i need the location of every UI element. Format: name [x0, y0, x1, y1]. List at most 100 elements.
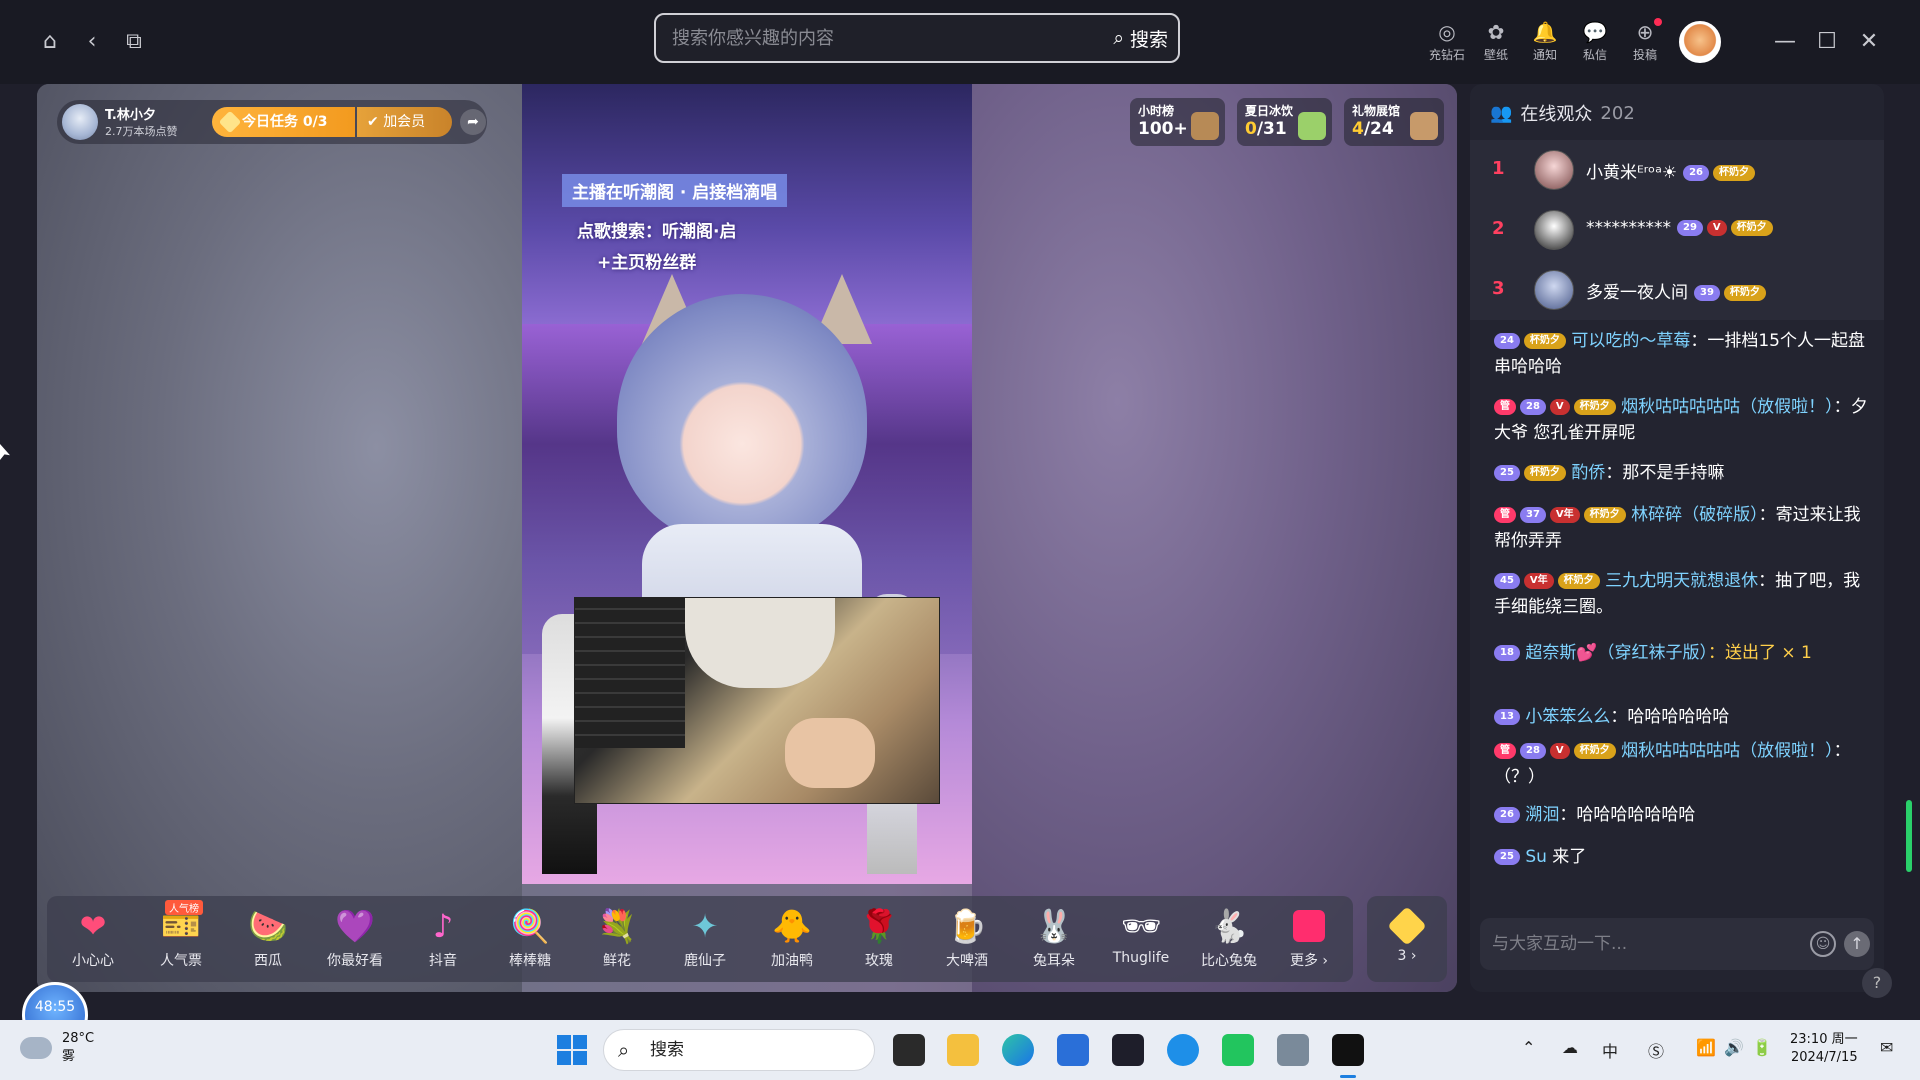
gift-item[interactable]: ✦ 鹿仙子 [665, 906, 745, 970]
chat-message[interactable]: 25 Su 来了 [1494, 844, 1870, 870]
chat-message[interactable]: 管 37 V年 杯奶夕 林碎碎（破碎版）：寄过来让我帮你弄弄 [1494, 502, 1870, 554]
s-app-icon[interactable]: Ⓢ [1648, 1038, 1664, 1062]
minimize-icon[interactable]: — [1770, 28, 1800, 56]
battery-icon[interactable]: 🔋 [1752, 1038, 1772, 1057]
gift-item[interactable]: 💜 你最好看 [315, 906, 395, 970]
level-badge: 28 [1520, 399, 1546, 415]
chat-username[interactable]: 小笨笨么么 [1525, 707, 1610, 727]
heart-badge-icon: 💜 [335, 907, 375, 945]
chat-message[interactable]: 管 28 V 杯奶夕 烟秋咕咕咕咕咕（放假啦！）：（？） [1494, 738, 1870, 790]
gift-item[interactable]: 🌹 玫瑰 [839, 906, 919, 970]
home-icon[interactable]: ⌂ [36, 28, 64, 56]
messages-button[interactable]: 💬 私信 [1570, 18, 1620, 63]
start-button[interactable] [557, 1035, 587, 1065]
chat-username[interactable]: 超奈斯💕（穿红袜子版） [1525, 643, 1708, 663]
gift-item[interactable]: ♪ 抖音 [403, 906, 483, 970]
chat-message[interactable]: 24 杯奶夕 可以吃的～草莓：一排档15个人一起盘串哈哈哈 [1494, 328, 1870, 380]
recharge-button[interactable]: ◎ 充钻石 [1422, 18, 1472, 63]
join-member-button[interactable]: ✔ 加会员 [357, 107, 452, 137]
search-button[interactable]: ⌕ 搜索 [1113, 25, 1168, 51]
chat-message[interactable]: 25 杯奶夕 酌侨：那不是手持嘛 [1494, 460, 1870, 486]
streamer-name[interactable]: T.林小夕 [105, 104, 156, 123]
chat-message[interactable]: 26 溯洄：哈哈哈哈哈哈哈 [1494, 802, 1870, 828]
chevron-up-icon[interactable]: ⌃ [1522, 1038, 1535, 1057]
share-icon[interactable]: ➦ [460, 109, 486, 135]
chat-username[interactable]: Su [1525, 847, 1547, 867]
help-icon[interactable]: ? [1862, 968, 1892, 998]
viewer-row[interactable]: 1 小黄米ᴱʳᵒᵃ☀ 26 杯奶夕 [1470, 140, 1884, 200]
wifi-icon[interactable]: 📶 [1696, 1038, 1716, 1057]
chat-scrollbar[interactable] [1906, 800, 1912, 872]
gift-item[interactable]: 🕶 Thuglife [1101, 906, 1181, 966]
close-icon[interactable]: ✕ [1854, 28, 1884, 56]
edge-icon[interactable] [1002, 1034, 1034, 1066]
user-avatar[interactable] [1679, 21, 1721, 63]
game-icon[interactable] [1277, 1034, 1309, 1066]
gift-name: 你最好看 [327, 953, 383, 969]
ime-icon[interactable]: 中 [1602, 1038, 1618, 1062]
viewer-row[interactable]: 3 多爱一夜人间 39 杯奶夕 [1470, 260, 1884, 320]
gift-item[interactable]: 🍭 棒棒糖 [490, 906, 570, 970]
store-icon[interactable] [1057, 1034, 1089, 1066]
diamond-wallet[interactable]: 3 › [1367, 896, 1447, 982]
chat-message[interactable]: 管 28 V 杯奶夕 烟秋咕咕咕咕咕（放假啦！）：夕大爷 您孔雀开屏呢 [1494, 394, 1870, 446]
gift-item[interactable]: 🐥 加油鸭 [752, 906, 832, 970]
gift-item[interactable]: 🍉 西瓜 [228, 906, 308, 970]
audience-header[interactable]: 👥 在线观众 202 [1490, 100, 1635, 126]
hourly-rank-card[interactable]: 小时榜 100+ [1130, 98, 1225, 146]
fan-badge: 杯奶夕 [1583, 507, 1626, 523]
gift-item[interactable]: 🍺 大啤酒 [927, 906, 1007, 970]
viewer-name-line: 多爱一夜人间 39 杯奶夕 [1586, 278, 1766, 303]
chat-input[interactable] [1492, 931, 1792, 957]
chat-username[interactable]: 可以吃的～草莓 [1571, 331, 1690, 351]
notification-center-icon[interactable]: ✉ [1880, 1038, 1893, 1057]
clock[interactable]: 23:10 周一 2024/7/15 [1790, 1031, 1858, 1067]
more-gifts-button[interactable]: 更多 › [1269, 906, 1349, 970]
task-view-icon[interactable] [893, 1034, 925, 1066]
upload-button[interactable]: ⊕ 投稿 [1620, 18, 1670, 63]
summer-drink-card[interactable]: 夏日冰饮 0/31 [1237, 98, 1332, 146]
open-window-icon[interactable]: ⧉ [120, 28, 148, 56]
gift-item[interactable]: 💐 鲜花 [577, 906, 657, 970]
cloud-icon[interactable]: ☁ [1562, 1038, 1578, 1057]
back-icon[interactable]: ‹ [78, 28, 106, 56]
gift-item[interactable]: 人气榜 🎫 人气票 [141, 900, 221, 970]
gift-gallery-card[interactable]: 礼物展馆 4/24 [1344, 98, 1444, 146]
emoji-icon[interactable]: ☺ [1810, 931, 1836, 957]
gift-item[interactable]: ❤ 小心心 [53, 906, 133, 970]
volume-icon[interactable]: 🔊 [1724, 1038, 1744, 1057]
top-bar: ⌂ ‹ ⧉ ⌕ 搜索 ◎ 充钻石 ✿ 壁纸 🔔 通知 💬 私信 ⊕ 投稿 — ☐… [0, 0, 1920, 84]
douyin-icon[interactable] [1332, 1034, 1364, 1066]
notification-button[interactable]: 🔔 通知 [1520, 18, 1570, 63]
level-badge: 13 [1494, 709, 1520, 725]
wechat-icon[interactable] [1222, 1034, 1254, 1066]
chat-username[interactable]: 烟秋咕咕咕咕咕（放假啦！） [1621, 741, 1834, 761]
chat-username[interactable]: 林碎碎（破碎版） [1631, 505, 1759, 525]
search-input[interactable] [672, 25, 1072, 51]
weather-widget[interactable]: 28°C 雾 [20, 1030, 94, 1066]
live-player[interactable]: T.林小夕 2.7万本场点赞 今日任务 0/3 ✔ 加会员 ➦ 主播在听潮阁 ·… [37, 84, 1457, 992]
chat-username[interactable]: 酌侨 [1571, 463, 1605, 483]
browser-icon[interactable] [1167, 1034, 1199, 1066]
live-video[interactable]: 主播在听潮阁 · 启接档滴唱 点歌搜索：听潮阁·启 +主页粉丝群 [522, 84, 972, 884]
chat-message[interactable]: 13 小笨笨么么：哈哈哈哈哈哈 [1494, 704, 1870, 730]
daily-task-button[interactable]: 今日任务 0/3 [212, 107, 355, 137]
upload-label: 投稿 [1632, 48, 1657, 62]
chat-message[interactable]: 18 超奈斯💕（穿红袜子版）：送出了 × 1 [1494, 640, 1870, 666]
app-icon[interactable] [1112, 1034, 1144, 1066]
bell-icon: 🔔 [1532, 20, 1558, 44]
wallpaper-button[interactable]: ✿ 壁纸 [1471, 18, 1521, 63]
send-icon[interactable]: ↑ [1844, 931, 1870, 957]
video-caption-song: 点歌搜索：听潮阁·启 [577, 222, 737, 242]
chat-username[interactable]: 烟秋咕咕咕咕咕（放假啦！） [1621, 397, 1834, 417]
file-explorer-icon[interactable] [947, 1034, 979, 1066]
chat-username[interactable]: 溯洄 [1525, 805, 1559, 825]
streamer-avatar[interactable] [62, 104, 98, 140]
gift-item[interactable]: 🐰 兔耳朵 [1014, 906, 1094, 970]
viewer-row[interactable]: 2 ********** 29 V 杯奶夕 [1470, 200, 1884, 260]
taskbar-search[interactable]: ⌕ 搜索 [603, 1029, 875, 1071]
chat-username[interactable]: 三九冘明天就想退休 [1605, 571, 1758, 591]
maximize-icon[interactable]: ☐ [1812, 28, 1842, 56]
gift-item[interactable]: 🐇 比心兔兔 [1189, 906, 1269, 970]
chat-message[interactable]: 45 V年 杯奶夕 三九冘明天就想退休：抽了吧，我手细能绕三圈。 [1494, 568, 1870, 620]
